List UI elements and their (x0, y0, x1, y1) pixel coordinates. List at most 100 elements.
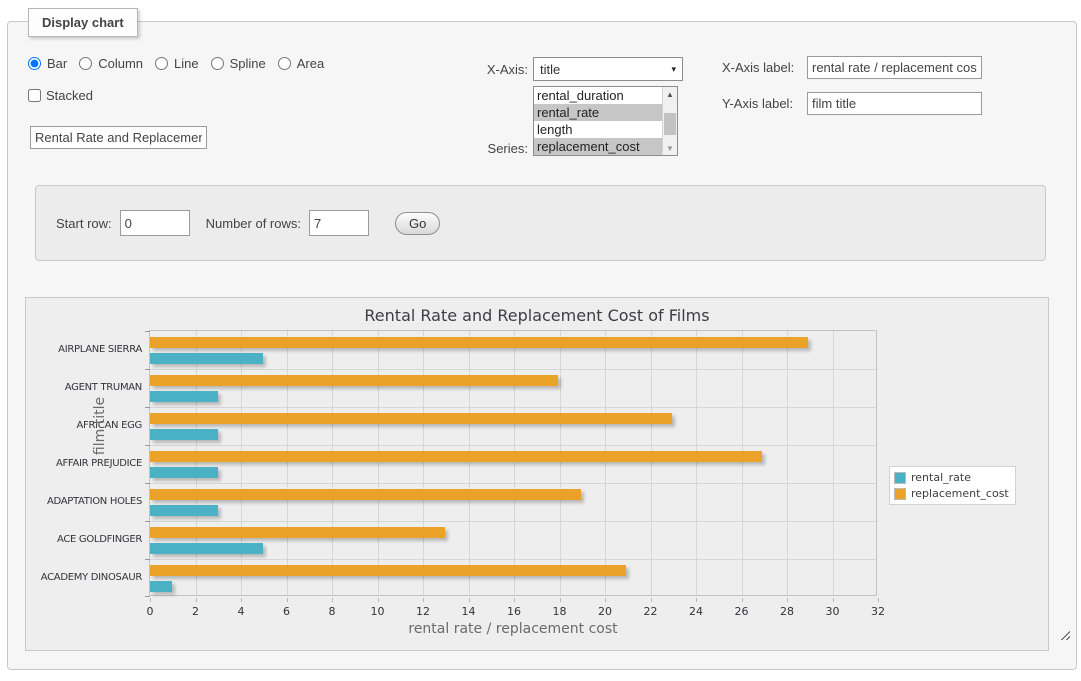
y-tick-mark (145, 559, 150, 560)
chart-panel: Rental Rate and Replacement Cost of Film… (25, 297, 1049, 651)
chart-type-radio-spline[interactable] (211, 57, 224, 70)
x-axis-label-input[interactable] (807, 56, 982, 79)
y-tick-mark (145, 331, 150, 332)
legend-label: replacement_cost (911, 487, 1009, 500)
chart-title-input[interactable] (30, 126, 207, 149)
y-tick-mark (145, 596, 150, 597)
x-axis-selected-value: title (540, 62, 560, 77)
x-tick-label: 30 (813, 605, 853, 618)
gridline-horizontal (150, 369, 876, 370)
row-range-controls: Start row: Number of rows: Go (56, 210, 440, 236)
x-tick-mark (605, 598, 606, 602)
x-tick-label: 6 (267, 605, 307, 618)
x-tick-mark (332, 598, 333, 602)
stacked-checkbox[interactable] (28, 89, 41, 102)
gridline-vertical (332, 331, 333, 595)
gridline-vertical (378, 331, 379, 595)
x-tick-label: 14 (449, 605, 489, 618)
x-tick-mark (696, 598, 697, 602)
num-rows-input[interactable] (309, 210, 369, 236)
bar-replacement_cost (150, 413, 672, 424)
x-tick-label: 20 (585, 605, 625, 618)
gridline-vertical (514, 331, 515, 595)
x-tick-mark (469, 598, 470, 602)
gridline-vertical (241, 331, 242, 595)
x-tick-label: 12 (403, 605, 443, 618)
x-tick-label: 28 (767, 605, 807, 618)
category-label: AGENT TRUMAN (22, 382, 142, 393)
x-tick-mark (378, 598, 379, 602)
series-option-length[interactable]: length (534, 121, 662, 138)
x-tick-mark (742, 598, 743, 602)
x-tick-label: 24 (676, 605, 716, 618)
chart-type-label: Area (297, 56, 324, 71)
chart-type-radio-area[interactable] (278, 57, 291, 70)
legend-swatch-replacement_cost (894, 488, 906, 500)
x-tick-label: 18 (540, 605, 580, 618)
scrollbar-thumb[interactable] (664, 113, 676, 135)
start-row-label: Start row: (56, 216, 112, 231)
bar-replacement_cost (150, 451, 762, 462)
bar-rental_rate (150, 429, 218, 440)
y-tick-mark (145, 521, 150, 522)
chart-type-radio-bar[interactable] (28, 57, 41, 70)
scrollbar-track[interactable] (663, 101, 677, 141)
gridline-horizontal (150, 559, 876, 560)
scroll-up-icon[interactable]: ▲ (663, 87, 677, 101)
bar-rental_rate (150, 581, 172, 592)
chart-type-radio-column[interactable] (79, 57, 92, 70)
x-tick-mark (241, 598, 242, 602)
gridline-vertical (787, 331, 788, 595)
fieldset-legend: Display chart (28, 8, 138, 37)
x-axis-label-label: X-Axis label: (722, 60, 794, 75)
x-tick-label: 22 (631, 605, 671, 618)
x-axis-select[interactable]: title ▾ (533, 57, 683, 81)
go-button[interactable]: Go (395, 212, 440, 235)
x-tick-mark (423, 598, 424, 602)
bar-rental_rate (150, 505, 218, 516)
x-tick-mark (196, 598, 197, 602)
series-option-rental_rate[interactable]: rental_rate (534, 104, 662, 121)
start-row-input[interactable] (120, 210, 190, 236)
x-tick-mark (833, 598, 834, 602)
bar-rental_rate (150, 543, 263, 554)
gridline-vertical (196, 331, 197, 595)
series-option-replacement_cost[interactable]: replacement_cost (534, 138, 662, 155)
row-range-panel: Start row: Number of rows: Go (35, 185, 1046, 261)
x-tick-mark (651, 598, 652, 602)
gridline-vertical (287, 331, 288, 595)
series-option-rental_duration[interactable]: rental_duration (534, 87, 662, 104)
x-tick-mark (150, 598, 151, 602)
bar-rental_rate (150, 353, 263, 364)
x-tick-label: 4 (221, 605, 261, 618)
x-tick-mark (514, 598, 515, 602)
chart-type-radio-line[interactable] (155, 57, 168, 70)
x-tick-label: 0 (130, 605, 170, 618)
series-scrollbar[interactable]: ▲ ▼ (662, 87, 677, 155)
x-tick-label: 10 (358, 605, 398, 618)
gridline-vertical (469, 331, 470, 595)
gridline-horizontal (150, 521, 876, 522)
stacked-label: Stacked (46, 88, 93, 103)
category-label: AIRPLANE SIERRA (22, 344, 142, 355)
y-axis-label-label: Y-Axis label: (722, 96, 793, 111)
bar-rental_rate (150, 391, 218, 402)
scroll-down-icon[interactable]: ▼ (663, 141, 677, 155)
category-label: ADAPTATION HOLES (22, 496, 142, 507)
gridline-vertical (742, 331, 743, 595)
bar-replacement_cost (150, 527, 445, 538)
x-tick-label: 16 (494, 605, 534, 618)
chart-type-label: Spline (230, 56, 266, 71)
bar-replacement_cost (150, 565, 626, 576)
series-listbox[interactable]: rental_durationrental_ratelengthreplacem… (533, 86, 678, 156)
x-tick-mark (787, 598, 788, 602)
x-tick-label: 32 (858, 605, 898, 618)
y-tick-mark (145, 369, 150, 370)
series-label: Series: (482, 141, 528, 156)
plot-area: AIRPLANE SIERRAAGENT TRUMANAFRICAN EGGAF… (149, 330, 877, 596)
y-axis-label-input[interactable] (807, 92, 982, 115)
y-axis-title: film title (92, 366, 108, 486)
chart-type-label: Bar (47, 56, 67, 71)
category-label: ACADEMY DINOSAUR (22, 572, 142, 583)
category-label: ACE GOLDFINGER (22, 534, 142, 545)
